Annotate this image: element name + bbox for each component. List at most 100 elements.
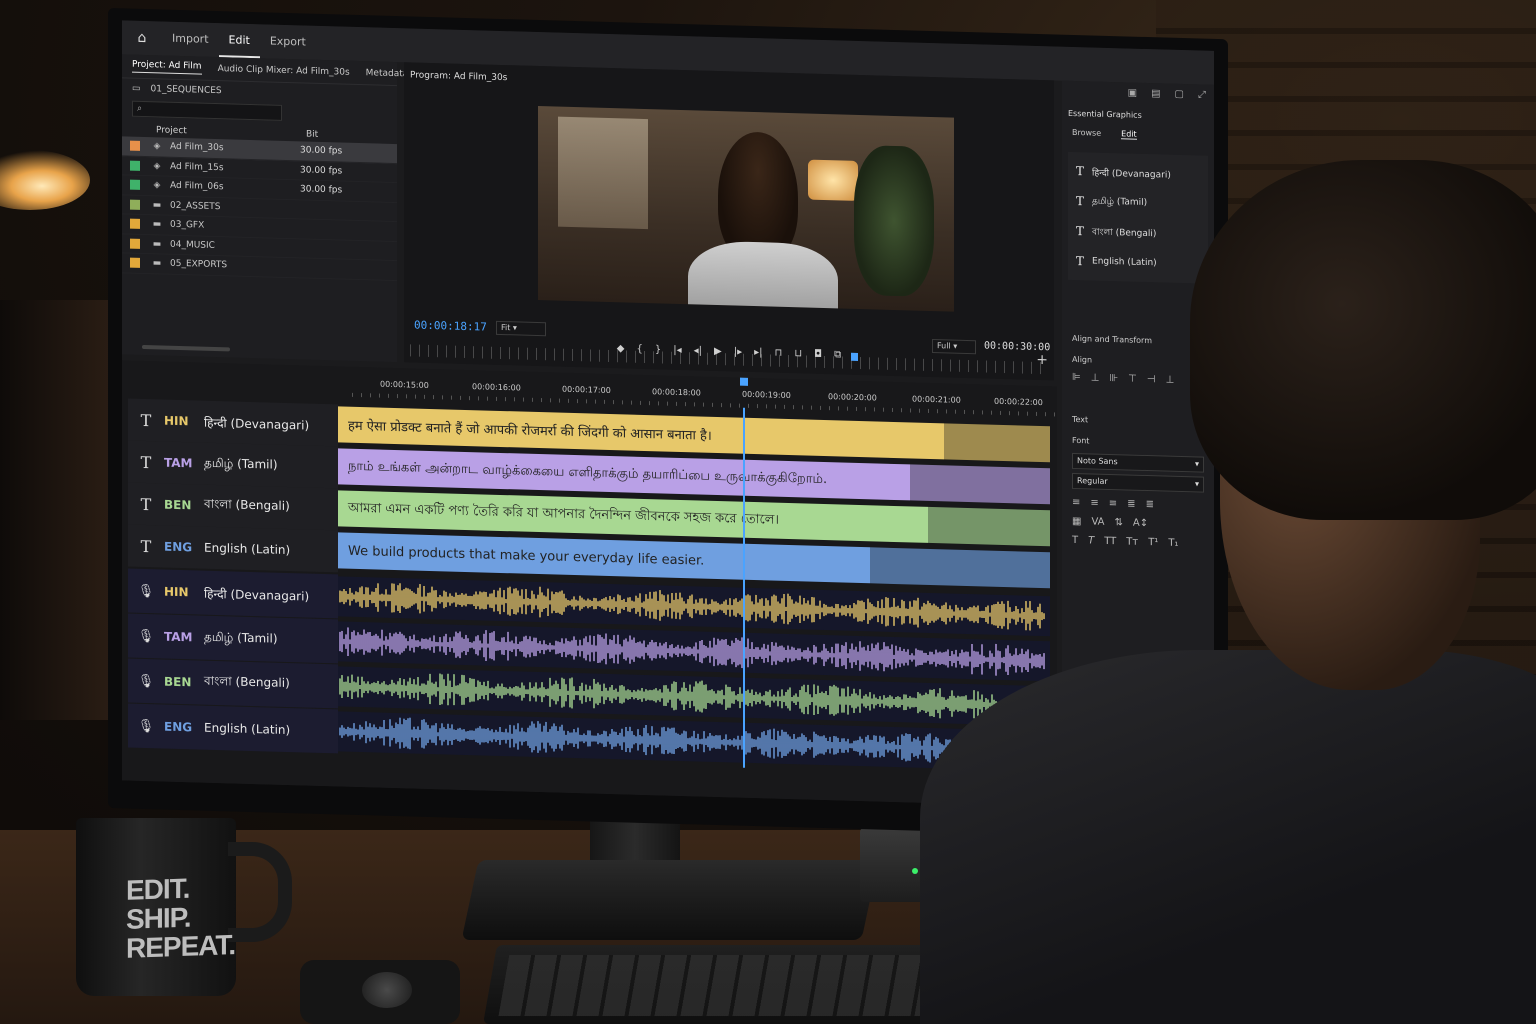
mark-out-icon[interactable]: }: [655, 344, 661, 355]
panel-icon-1[interactable]: ▣: [1128, 87, 1137, 98]
track-header[interactable]: 🎙 HIN हिन्दी (Devanagari): [128, 568, 338, 619]
track-header[interactable]: T ENG English (Latin): [128, 524, 338, 573]
project-item-name: Ad Film_30s: [170, 141, 224, 154]
scrollbar[interactable]: [142, 344, 230, 352]
step-back-icon[interactable]: ◂|: [694, 345, 702, 356]
project-item-name: 04_MUSIC: [170, 239, 215, 251]
folder-icon: ▭: [132, 83, 141, 94]
track-language-code: ENG: [164, 719, 193, 735]
mug-handle: [228, 842, 292, 942]
play-icon[interactable]: ▶: [714, 345, 722, 356]
track-language-code: ENG: [164, 539, 193, 555]
tab-project[interactable]: Project: Ad Film: [132, 59, 202, 75]
label-color-swatch[interactable]: [130, 179, 140, 191]
go-to-in-icon[interactable]: |◂: [673, 344, 681, 355]
ruler-timecode: 00:00:16:00: [472, 382, 521, 393]
track-language-name: English (Latin): [204, 720, 291, 738]
track-language-name: தமிழ் (Tamil): [204, 455, 278, 472]
project-item-name: 05_EXPORTS: [170, 258, 228, 271]
label-color-swatch[interactable]: [130, 238, 140, 249]
track-language-name: தமிழ் (Tamil): [204, 629, 278, 646]
playhead-line[interactable]: [743, 407, 745, 768]
tab-import[interactable]: Import: [162, 22, 219, 58]
frame-rate: 30.00 fps: [300, 165, 343, 177]
track-language-code: TAM: [164, 629, 193, 645]
label-color-swatch[interactable]: [130, 257, 140, 269]
tab-export[interactable]: Export: [260, 24, 316, 60]
microphone-icon[interactable]: 🎙: [128, 673, 164, 689]
text-track-icon: T: [140, 452, 152, 472]
bin-folder-icon: ▬: [152, 199, 162, 211]
bin-folder-icon: ▬: [152, 258, 162, 269]
track-header[interactable]: T HIN हिन्दी (Devanagari): [128, 398, 338, 447]
project-item-name: 02_ASSETS: [170, 200, 221, 212]
go-to-out-icon[interactable]: ▸|: [754, 347, 762, 358]
track-language-name: বাংলা (Bengali): [204, 496, 290, 514]
track-language-name: বাংলা (Bengali): [204, 673, 290, 691]
timeline-panel: 00:00:15:00 00:00:16:00 00:00:17:00 00:00:1…: [122, 360, 1057, 807]
monitor-stand-base: [461, 860, 879, 940]
tab-metadata[interactable]: Metadata: [366, 68, 409, 79]
lift-icon[interactable]: ⊓: [775, 347, 783, 358]
track-language-code: BEN: [164, 497, 192, 513]
label-color-swatch[interactable]: [130, 218, 140, 230]
extract-icon[interactable]: ⊔: [794, 348, 802, 359]
project-panel: Project: Ad Film Audio Clip Mixer: Ad Fi…: [122, 54, 408, 363]
column-rate[interactable]: Bit: [306, 130, 318, 140]
label-color-swatch[interactable]: [130, 140, 140, 152]
tab-eg-edit[interactable]: Edit: [1121, 129, 1137, 140]
lamp-glow: [0, 150, 90, 210]
sequence-icon: ◈: [153, 161, 161, 172]
bin-folder-icon: ▬: [152, 219, 162, 230]
microphone-icon[interactable]: 🎙: [128, 628, 164, 644]
panel-icon-2[interactable]: ▤: [1151, 88, 1160, 99]
track-language-code: TAM: [164, 455, 193, 471]
text-track-icon: T: [140, 494, 152, 514]
microphone-icon[interactable]: 🎙: [128, 583, 164, 599]
text-track-icon: T: [140, 536, 152, 556]
expand-icon[interactable]: ⤢: [1198, 89, 1206, 100]
frame-rate: 30.00 fps: [300, 184, 343, 196]
ruler-timecode: 00:00:19:00: [742, 389, 791, 401]
tab-browse[interactable]: Browse: [1072, 128, 1101, 139]
search-input[interactable]: ⌕: [132, 100, 282, 121]
track-header[interactable]: 🎙 BEN বাংলা (Bengali): [128, 658, 338, 709]
ruler-timecode: 00:00:17:00: [562, 384, 611, 396]
panel-icon-3[interactable]: ▢: [1175, 88, 1184, 99]
ruler-timecode: 00:00:20:00: [828, 392, 877, 403]
track-header[interactable]: T BEN বাংলা (Bengali): [128, 482, 338, 531]
track-language-name: English (Latin): [204, 540, 291, 558]
track-header[interactable]: T TAM தமிழ் (Tamil): [128, 440, 338, 489]
timeline-playhead[interactable]: [740, 377, 748, 386]
track-header[interactable]: 🎙 ENG English (Latin): [128, 703, 338, 754]
editor-person: [920, 150, 1536, 1024]
compare-icon[interactable]: ⧉: [834, 349, 841, 360]
project-item-name: Ad Film_06s: [170, 180, 224, 193]
program-title[interactable]: Program: Ad Film_30s: [410, 70, 507, 83]
text-track-icon: T: [140, 410, 152, 430]
keyboard: [483, 945, 957, 1024]
sequence-icon: ◈: [153, 141, 161, 152]
scene: EDIT. SHIP. REPEAT. ⌂ Import Edit Export P…: [0, 0, 1536, 1024]
track-language-name: हिन्दी (Devanagari): [204, 415, 310, 433]
project-item-name: 03_GFX: [170, 219, 205, 231]
tab-edit[interactable]: Edit: [218, 23, 260, 59]
step-forward-icon[interactable]: |▸: [734, 346, 742, 357]
microphone-icon[interactable]: 🎙: [128, 718, 164, 734]
track-header[interactable]: 🎙 TAM தமிழ் (Tamil): [128, 613, 338, 664]
project-item-name: Ad Film_15s: [170, 161, 224, 173]
video-preview: [538, 106, 954, 312]
track-language-code: HIN: [164, 584, 189, 600]
bin-path: 01_SEQUENCES: [150, 84, 222, 97]
label-color-swatch[interactable]: [130, 160, 140, 171]
home-icon[interactable]: ⌂: [122, 29, 162, 46]
track-language-name: हिन्दी (Devanagari): [204, 586, 310, 604]
mug-text: EDIT. SHIP. REPEAT.: [126, 872, 236, 964]
track-language-code: BEN: [164, 674, 192, 690]
export-frame-icon[interactable]: ◘: [814, 348, 822, 359]
mark-in-icon[interactable]: {: [637, 343, 643, 354]
ruler-timecode: 00:00:18:00: [652, 387, 701, 398]
tab-audio-mixer[interactable]: Audio Clip Mixer: Ad Film_30s: [218, 64, 350, 78]
label-color-swatch[interactable]: [130, 199, 140, 210]
marker-icon[interactable]: ◆: [617, 343, 625, 354]
